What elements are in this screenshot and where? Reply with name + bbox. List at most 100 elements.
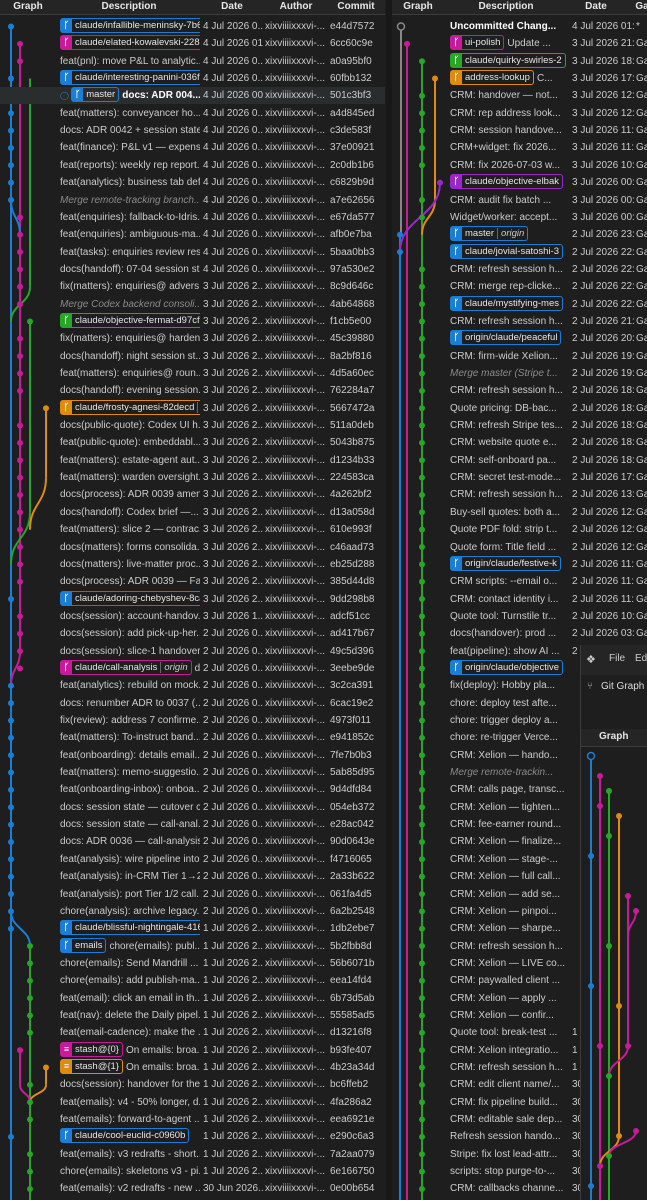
left-commit-row[interactable]: feat(finance): P&L v1 — expens... 4 Jul 2…: [0, 139, 385, 156]
left-commit-row[interactable]: docs(handoff): night session st... 3 Jul …: [0, 348, 385, 365]
left-commit-row[interactable]: ᚴ claude/blissful-nightingale-4166 1 Jul 2…: [0, 920, 385, 937]
branch-label[interactable]: ᚴ claude/mystifying-mes: [450, 295, 563, 311]
left-commit-row[interactable]: docs: ADR 0036 — call-analysis... 2 Jul 2…: [0, 833, 385, 850]
left-commit-row[interactable]: docs(process): ADR 0039 — Fa... 3 Jul 202…: [0, 573, 385, 590]
left-commit-row[interactable]: docs(matters): forms consolida... 3 Jul 2…: [0, 539, 385, 556]
right-commit-row[interactable]: ᚴui-polishUpdate ...3 Jul 2026 21:07Ga: [392, 35, 647, 52]
right-commit-row[interactable]: ᚴclaude/mystifying-mes 2 Jul 2026 22:26Ga: [392, 295, 647, 313]
right-commit-row[interactable]: CRM scripts: --email o... 2 Jul 2026 11:3…: [392, 573, 647, 590]
stash-label[interactable]: ≡ stash@{1}: [60, 1059, 123, 1074]
branch-label[interactable]: ᚴ claude/adoring-chebyshev-8ca2: [60, 590, 200, 606]
left-commit-row[interactable]: feat(email-cadence): make the ... 1 Jul 2…: [0, 1024, 385, 1041]
left-commit-row[interactable]: docs: renumber ADR to 0037 (... 2 Jul 202…: [0, 695, 385, 712]
right-commit-row[interactable]: ᚴclaude/quirky-swirles-2 3 Jul 2026 18:30…: [392, 52, 647, 70]
right-commit-row[interactable]: Quote PDF fold: strip t... 2 Jul 2026 12:…: [392, 521, 647, 538]
left-commit-row[interactable]: docs: ADR 0042 + session state... 4 Jul 2…: [0, 122, 385, 139]
left-commit-row[interactable]: feat(onboarding): details email... 2 Jul …: [0, 747, 385, 764]
right-commit-row[interactable]: CRM+widget: fix 2026... 3 Jul 2026 11:16G…: [392, 139, 647, 156]
left-commit-row[interactable]: ᚴ claude/infallible-meninsky-7b65 4 Jul 20…: [0, 18, 385, 35]
left-commit-row[interactable]: docs(matters): live-matter proc... 3 Jul …: [0, 556, 385, 573]
left-commit-row[interactable]: chore(emails): Send Mandrill ... 1 Jul 20…: [0, 955, 385, 972]
right-commit-row[interactable]: Quote form: Title field ... 2 Jul 2026 12…: [392, 539, 647, 556]
left-commit-row[interactable]: feat(emails): v4 - 50% longer, d... 1 Jul…: [0, 1094, 385, 1111]
left-commit-row[interactable]: feat(analytics): rebuild on mock... 2 Jul…: [0, 677, 385, 694]
left-header-author[interactable]: Author: [264, 0, 328, 14]
branch-label[interactable]: ᚴ claude/cool-euclid-c0960b: [60, 1128, 190, 1144]
left-commit-row[interactable]: ᚴclaude/call-analysisorigind...2 Jul 202…: [0, 659, 385, 677]
left-commit-row[interactable]: ◯ ᚴmasterdocs: ADR 004...4 Jul 2026 00..…: [0, 87, 385, 105]
right-commit-row[interactable]: CRM: website quote e... 2 Jul 2026 18:26G…: [392, 434, 647, 451]
third-window-graph-header[interactable]: Graph: [581, 729, 647, 747]
left-commit-row[interactable]: chore(emails): skeletons v3 - pi... 1 Jul…: [0, 1163, 385, 1180]
left-header-date[interactable]: Date: [202, 0, 262, 14]
menu-edit[interactable]: Edi: [635, 653, 647, 664]
branch-label[interactable]: ᚴ claude/elated-kowalevski-2283E: [60, 35, 200, 51]
branch-label[interactable]: ᚴ claude/objective-elbak: [450, 174, 564, 190]
branch-label[interactable]: ᚴ origin/claude/peaceful: [450, 330, 562, 346]
right-commit-row[interactable]: CRM: handover — not... 3 Jul 2026 12:21Ga: [392, 87, 647, 104]
branch-label[interactable]: ᚴ claude/infallible-meninsky-7b65: [60, 18, 200, 33]
right-header-description[interactable]: Description: [450, 0, 562, 14]
right-commit-row[interactable]: Widget/worker: accept... 3 Jul 2026 00:29…: [392, 209, 647, 226]
right-commit-row[interactable]: Uncommitted Chang... 4 Jul 2026 01:28*: [392, 18, 647, 35]
left-commit-row[interactable]: feat(analysis): in-CRM Tier 1→2... 2 Jul …: [0, 868, 385, 885]
left-commit-row[interactable]: ᚴ emails chore(emails): publ... 1 Jul 2026 …: [0, 937, 385, 955]
git-graph-tab[interactable]: ⑂ Git Graph: [581, 675, 647, 699]
left-commit-row[interactable]: Merge Codex backend consoli... 3 Jul 2026…: [0, 296, 385, 313]
right-commit-row[interactable]: CRM: refresh Stripe tes... 2 Jul 2026 18:…: [392, 417, 647, 434]
left-commit-row[interactable]: fix(matters): enquiries@ harden... 3 Jul …: [0, 330, 385, 347]
left-commit-row[interactable]: feat(emails): v2 redrafts - new ... 30 Ju…: [0, 1180, 385, 1197]
left-commit-row[interactable]: feat(enquiries): fallback-to-Idris... 4 J…: [0, 209, 385, 226]
right-commit-row[interactable]: CRM: fix 2026-07-03 w... 3 Jul 2026 10:38…: [392, 157, 647, 174]
left-commit-row[interactable]: feat(enquiries): ambiguous-ma... 4 Jul 20…: [0, 226, 385, 243]
left-commit-row[interactable]: ᚴ claude/interesting-panini-036f8 4 Jul 20…: [0, 70, 385, 87]
right-commit-row[interactable]: CRM: refresh session h... 2 Jul 2026 18:5…: [392, 382, 647, 399]
left-commit-row[interactable]: feat(emails): forward-to-agent ... 1 Jul …: [0, 1111, 385, 1128]
right-commit-row[interactable]: CRM: secret test-mode... 2 Jul 2026 17:35…: [392, 469, 647, 486]
left-commit-row[interactable]: feat(email): click an email in th... 1 Ju…: [0, 990, 385, 1007]
branch-label[interactable]: ᚴ ui-polish: [450, 35, 505, 51]
branch-label[interactable]: ᚴ claude/jovial-satoshi-3: [450, 243, 563, 259]
left-commit-row[interactable]: docs(public-quote): Codex UI h... 3 Jul 2…: [0, 417, 385, 434]
left-commit-row[interactable]: docs(session): account-handov... 3 Jul 20…: [0, 608, 385, 625]
left-commit-row[interactable]: docs(handoff): Codex brief —... 3 Jul 202…: [0, 504, 385, 521]
left-commit-row[interactable]: docs(handoff): 07-04 session st... 4 Jul …: [0, 261, 385, 278]
right-commit-row[interactable]: CRM: contact identity i... 2 Jul 2026 11:…: [392, 591, 647, 608]
left-commit-row[interactable]: feat(pnl): move P&L to analytic... 4 Jul …: [0, 53, 385, 70]
left-commit-row[interactable]: ᚴ claude/objective-fermat-d97cfa 3 Jul 202…: [0, 312, 385, 330]
left-commit-row[interactable]: feat(matters): enquiries@ roun... 3 Jul 2…: [0, 365, 385, 382]
right-commit-row[interactable]: Quote pricing: DB-bac... 2 Jul 2026 18:49…: [392, 400, 647, 417]
left-commit-row[interactable]: feat(emails): v3 redrafts - short... 1 Ju…: [0, 1146, 385, 1163]
right-commit-row[interactable]: ᚴclaude/objective-elbak 3 Jul 2026 00:29G…: [392, 174, 647, 191]
left-commit-row[interactable]: fix(matters): enquiries@ advers... 3 Jul …: [0, 278, 385, 295]
left-commit-row[interactable]: feat(matters): slice 2 — contrac... 3 Jul…: [0, 521, 385, 538]
branch-label[interactable]: ᚴ claude/interesting-panini-036f8: [60, 70, 200, 86]
left-commit-row[interactable]: feat(onboarding-inbox): onboa... 2 Jul 20…: [0, 781, 385, 798]
left-commit-row[interactable]: feat(tasks): enquiries review res... 4 Ju…: [0, 244, 385, 261]
branch-label[interactable]: ᚴ master: [71, 87, 120, 103]
left-commit-row[interactable]: Merge remote-tracking branch... 4 Jul 202…: [0, 192, 385, 209]
left-commit-row[interactable]: feat(analysis): wire pipeline into... 2 J…: [0, 851, 385, 868]
right-commit-row[interactable]: CRM: refresh session h... 2 Jul 2026 22:3…: [392, 261, 647, 278]
left-commit-row[interactable]: feat(analysis): port Tier 1/2 call... 2 J…: [0, 886, 385, 903]
left-commit-row[interactable]: docs(handoff): evening session... 3 Jul 2…: [0, 382, 385, 399]
remote-label[interactable]: origin: [160, 661, 188, 673]
right-commit-row[interactable]: ᚴclaude/jovial-satoshi-3 2 Jul 2026 22:44…: [392, 243, 647, 261]
left-commit-row[interactable]: fix(review): address 7 confirme... 2 Jul …: [0, 712, 385, 729]
branch-label[interactable]: ᚴ origin/claude/festive-k: [450, 555, 561, 571]
right-commit-row[interactable]: Quote tool: Turnstile tr... 2 Jul 2026 10…: [392, 608, 647, 625]
left-commit-row[interactable]: feat(matters): warden oversight... 3 Jul …: [0, 469, 385, 486]
left-commit-row[interactable]: ᚴ claude/cool-euclid-c0960b 1 Jul 2026 2..…: [0, 1128, 385, 1145]
left-commit-row[interactable]: feat(matters): estate-agent aut... 3 Jul …: [0, 452, 385, 469]
left-commit-row[interactable]: ᚴ claude/elated-kowalevski-2283E 4 Jul 202…: [0, 35, 385, 52]
left-commit-row[interactable]: feat(matters): conveyancer ho... 4 Jul 20…: [0, 105, 385, 122]
right-commit-row[interactable]: CRM: audit fix batch ... 3 Jul 2026 00:29…: [392, 192, 647, 209]
left-commit-row[interactable]: feat(matters): memo-suggestio... 2 Jul 20…: [0, 764, 385, 781]
left-commit-row[interactable]: ≡ stash@{0} On emails: broa... 1 Jul 2026 2…: [0, 1041, 385, 1059]
left-commit-row[interactable]: feat(matters): To-instruct band... 2 Jul …: [0, 729, 385, 746]
branch-label[interactable]: ᚴ emails: [60, 937, 107, 953]
left-commit-row[interactable]: docs(session): slice-1 handover... 2 Jul …: [0, 643, 385, 660]
right-header-author[interactable]: Ga: [632, 0, 647, 14]
right-commit-row[interactable]: ᚴorigin/claude/peaceful 2 Jul 2026 20:03G…: [392, 330, 647, 347]
right-commit-row[interactable]: CRM: refresh session h... 2 Jul 2026 21:5…: [392, 313, 647, 330]
